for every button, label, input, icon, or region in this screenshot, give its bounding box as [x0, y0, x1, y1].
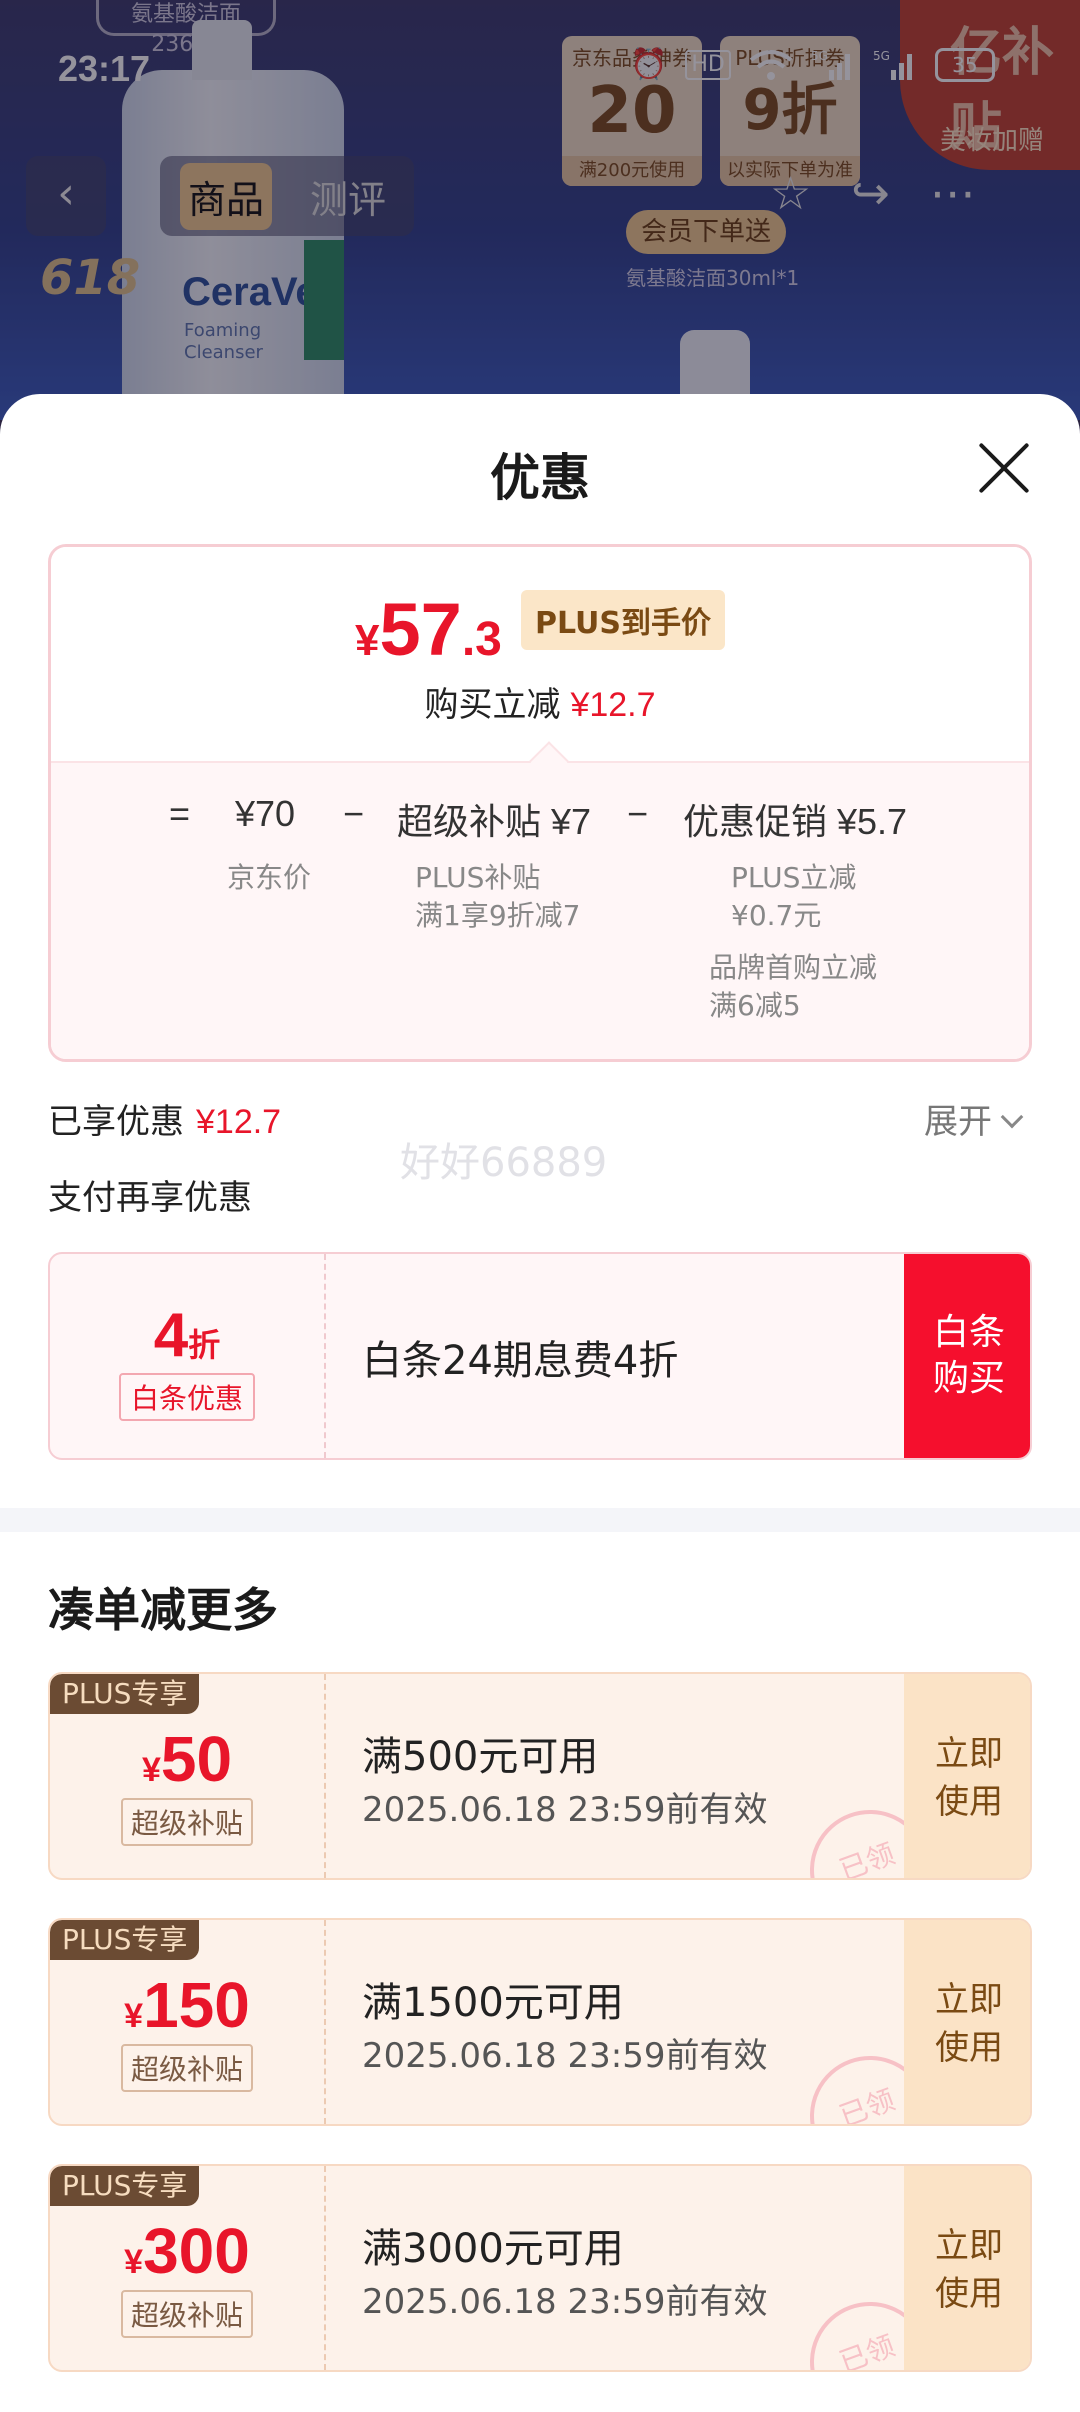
- coupon-card: PLUS专享 ¥300 超级补贴 满3000元可用 2025.06.18 23:…: [48, 2164, 1032, 2372]
- formula-subsidy: 超级补贴 ¥7: [397, 801, 592, 842]
- section-divider: [0, 1508, 1080, 1532]
- more-discounts-title: 凑单减更多: [48, 1583, 278, 1637]
- price-formula: = ¥70 − 超级补贴 ¥7 − 优惠促销 ¥5.7 京东价 PLUS补贴 满…: [51, 741, 1029, 1059]
- coupon-card: PLUS专享 ¥50 超级补贴 满500元可用 2025.06.18 23:59…: [48, 1672, 1032, 1880]
- coupon-condition: 满3000元可用: [362, 2226, 624, 2272]
- coupon-card: PLUS专享 ¥150 超级补贴 满1500元可用 2025.06.18 23:…: [48, 1918, 1032, 2126]
- use-now-button[interactable]: 立即 使用: [904, 1920, 1030, 2124]
- baitiao-offer-card: 4折 白条优惠 白条24期息费4折 白条 购买: [48, 1252, 1032, 1460]
- sheet-title: 优惠: [490, 449, 590, 507]
- coupon-condition: 满1500元可用: [362, 1980, 624, 2026]
- coupon-condition: 满500元可用: [362, 1734, 599, 1780]
- formula-minus: −: [343, 793, 365, 834]
- subsidy-rule: 满1享9折减7: [415, 899, 581, 932]
- plus-exclusive-badge: PLUS专享: [50, 1674, 200, 1714]
- plus-exclusive-badge: PLUS专享: [50, 2166, 200, 2206]
- price-breakdown-card: ¥57.3 PLUS到手价 购买立减 ¥12.7 = ¥70 − 超级补贴 ¥7 …: [48, 544, 1032, 1062]
- plus-price-tag: PLUS到手价: [520, 590, 725, 650]
- subsidy-note: PLUS补贴: [415, 861, 541, 894]
- coupon-amount: ¥150: [124, 1969, 250, 2041]
- instant-discount: 购买立减 ¥12.7: [424, 685, 656, 725]
- coupon-type-tag: 超级补贴: [120, 2290, 253, 2338]
- baitiao-tag: 白条优惠: [118, 1373, 255, 1421]
- brand-first-rule: 满6减5: [709, 989, 801, 1022]
- pay-more-label: 支付再享优惠: [48, 1178, 252, 1218]
- coupon-amount: ¥300: [124, 2215, 250, 2287]
- formula-equals: =: [169, 793, 191, 834]
- plus-exclusive-badge: PLUS专享: [50, 1920, 200, 1960]
- coupon-type-tag: 超级补贴: [120, 2044, 253, 2092]
- formula-promo: 优惠促销 ¥5.7: [683, 801, 908, 842]
- coupon-expiry: 2025.06.18 23:59前有效: [362, 1790, 768, 1830]
- chevron-down-icon: [1000, 1105, 1024, 1129]
- final-price: ¥57.3 PLUS到手价: [51, 587, 1029, 672]
- baitiao-discount: 4折: [153, 1301, 221, 1370]
- watermark: 好好66889: [400, 1140, 608, 1186]
- baitiao-description: 白条24期息费4折: [362, 1338, 679, 1384]
- use-now-button[interactable]: 立即 使用: [904, 1674, 1030, 1878]
- enjoyed-discount: 已享优惠 ¥12.7: [48, 1102, 282, 1142]
- use-now-button[interactable]: 立即 使用: [904, 2166, 1030, 2370]
- coupon-expiry: 2025.06.18 23:59前有效: [362, 2282, 768, 2322]
- formula-base-price: ¥70: [235, 793, 296, 834]
- close-icon[interactable]: [974, 438, 1034, 498]
- plus-discount-note: PLUS立减: [731, 861, 857, 894]
- expand-button[interactable]: 展开: [924, 1094, 1024, 1143]
- discount-sheet: 优惠 ¥57.3 PLUS到手价 购买立减 ¥12.7 = ¥70 − 超级补贴 …: [0, 394, 1080, 2412]
- baitiao-buy-button[interactable]: 白条 购买: [904, 1254, 1030, 1458]
- modal-backdrop[interactable]: [0, 0, 1080, 420]
- plus-discount-value: ¥0.7元: [731, 899, 822, 932]
- coupon-type-tag: 超级补贴: [120, 1798, 253, 1846]
- coupon-expiry: 2025.06.18 23:59前有效: [362, 2036, 768, 2076]
- base-price-note: 京东价: [227, 861, 312, 894]
- brand-first-note: 品牌首购立减: [709, 951, 878, 984]
- coupon-amount: ¥50: [141, 1723, 233, 1795]
- formula-minus: −: [627, 793, 649, 834]
